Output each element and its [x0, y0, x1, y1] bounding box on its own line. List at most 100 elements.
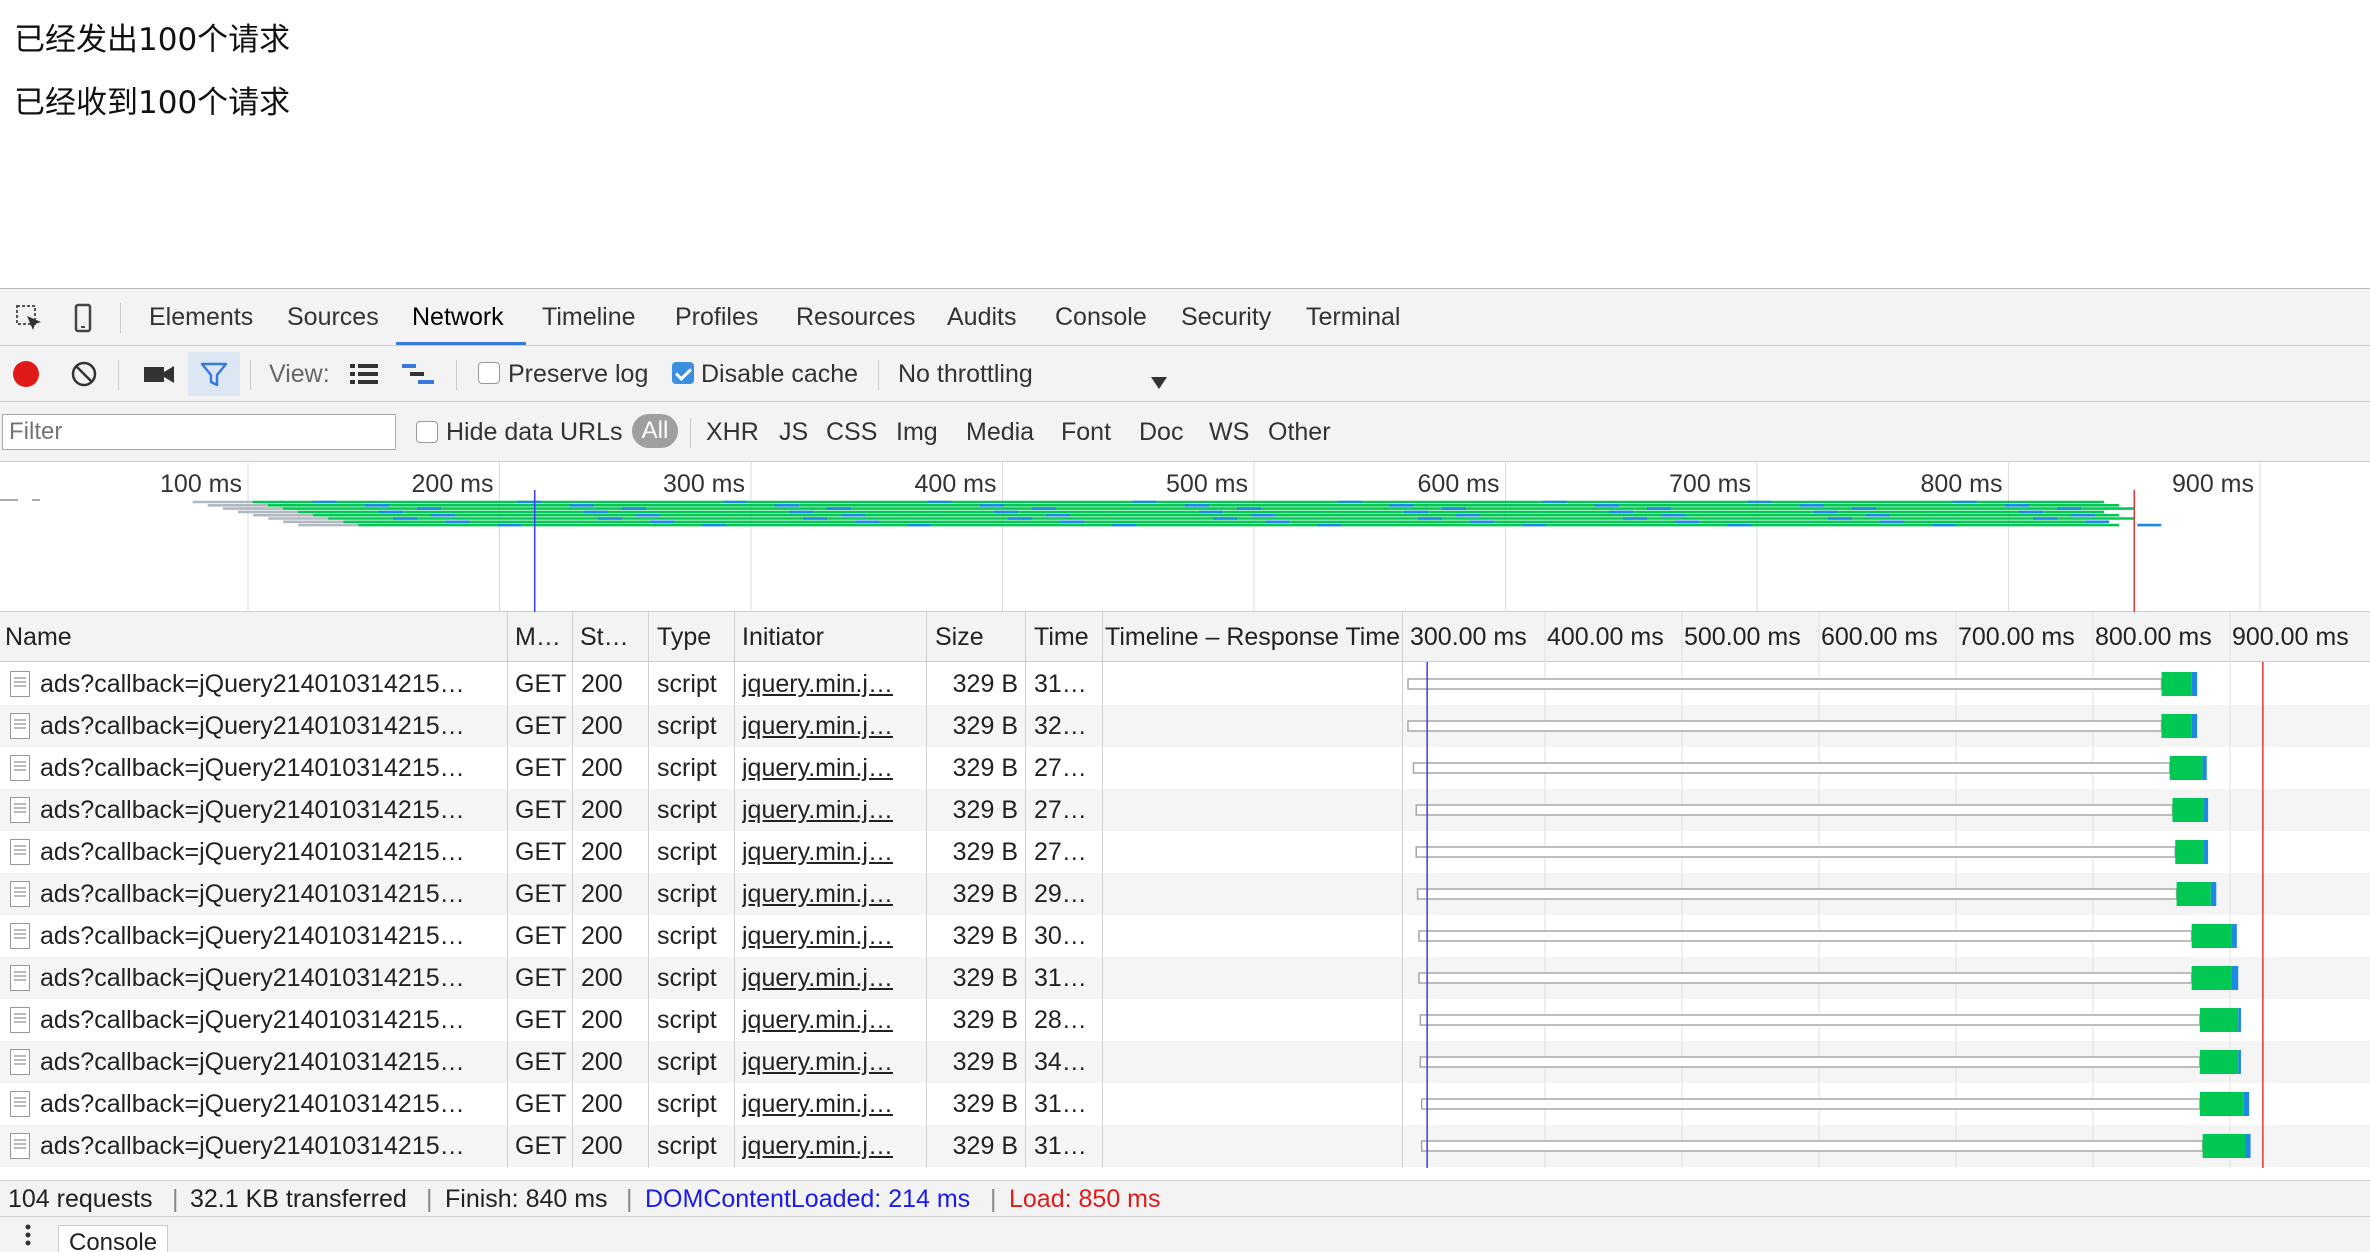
large-rows-icon[interactable]	[350, 362, 380, 393]
disable-cache-checkbox[interactable]	[672, 362, 694, 384]
network-overview[interactable]: 100 ms 200 ms 300 ms 400 ms 500 ms 600 ms 700 …	[0, 462, 2370, 612]
cell-initiator[interactable]: jquery.min.j…	[742, 705, 922, 747]
waterfall-stalled-bar	[1419, 1014, 2201, 1026]
active-tab-indicator	[396, 342, 526, 345]
cell-initiator[interactable]: jquery.min.j…	[742, 915, 922, 957]
cell-initiator[interactable]: jquery.min.j…	[742, 1125, 922, 1167]
cell-type: script	[657, 1006, 717, 1034]
column-header-type[interactable]: Type	[652, 612, 730, 662]
cell-time: 31…	[1034, 670, 1087, 698]
filter-type-other[interactable]: Other	[1268, 402, 1331, 462]
preserve-log-checkbox[interactable]	[478, 362, 500, 384]
overview-tick-label: 500 ms	[1166, 470, 1248, 498]
tab-audits[interactable]: Audits	[947, 289, 1016, 346]
waterfall-waiting-bar	[2161, 714, 2192, 738]
filter-input[interactable]	[2, 414, 396, 450]
column-header-initiator[interactable]: Initiator	[737, 612, 921, 662]
column-separator[interactable]	[1102, 612, 1103, 1168]
filter-type-css[interactable]: CSS	[826, 402, 877, 462]
drawer-menu-icon[interactable]	[24, 1223, 32, 1252]
cell-initiator[interactable]: jquery.min.j…	[742, 1083, 922, 1125]
column-separator[interactable]	[734, 612, 735, 1168]
cell-status: 200	[581, 712, 623, 740]
hide-data-urls-checkbox[interactable]	[416, 421, 438, 443]
cell-initiator[interactable]: jquery.min.j…	[742, 831, 922, 873]
tab-profiles[interactable]: Profiles	[675, 289, 758, 346]
overview-waterfall-icon[interactable]	[402, 362, 436, 393]
cell-name: ads?callback=jQuery214010314215…	[40, 1090, 465, 1118]
column-separator[interactable]	[648, 612, 649, 1168]
device-mode-icon[interactable]	[68, 303, 98, 333]
cell-size: 329 B	[952, 670, 1018, 698]
tab-console[interactable]: Console	[1055, 289, 1147, 346]
column-separator[interactable]	[572, 612, 573, 1168]
cell-type: script	[657, 838, 717, 866]
filter-type-js[interactable]: JS	[779, 402, 808, 462]
clear-icon[interactable]	[70, 360, 98, 395]
drawer-tab-console[interactable]: Console	[58, 1225, 169, 1252]
cell-initiator[interactable]: jquery.min.j…	[742, 789, 922, 831]
record-button[interactable]	[13, 361, 39, 387]
tab-security[interactable]: Security	[1181, 289, 1271, 346]
column-separator[interactable]	[507, 612, 508, 1168]
tab-resources[interactable]: Resources	[796, 289, 916, 346]
cell-method: GET	[515, 754, 567, 782]
column-header-timeline[interactable]: Timeline – Response Time	[1100, 612, 1408, 662]
cell-type: script	[657, 712, 717, 740]
overview-tick-label: 200 ms	[411, 470, 494, 498]
inspect-element-icon[interactable]	[14, 303, 44, 333]
chevron-down-icon[interactable]	[1150, 368, 1168, 397]
cell-initiator[interactable]: jquery.min.j…	[742, 1041, 922, 1083]
request-grid: Name M… St… Type Initiator Size Time Tim…	[0, 612, 2370, 1168]
tab-elements[interactable]: Elements	[149, 289, 253, 346]
tab-terminal[interactable]: Terminal	[1306, 289, 1400, 346]
summary-separator: |	[172, 1185, 179, 1213]
waterfall-waiting-bar	[2176, 882, 2211, 906]
filter-type-media[interactable]: Media	[966, 402, 1034, 462]
filter-type-ws[interactable]: WS	[1209, 402, 1249, 462]
cell-initiator[interactable]: jquery.min.j…	[742, 957, 922, 999]
capture-screenshots-icon[interactable]	[143, 362, 175, 393]
cell-name: ads?callback=jQuery214010314215…	[40, 838, 465, 866]
filter-type-doc[interactable]: Doc	[1139, 402, 1183, 462]
script-file-icon	[10, 755, 30, 781]
column-header-status[interactable]: St…	[575, 612, 645, 662]
cell-initiator[interactable]: jquery.min.j…	[742, 999, 922, 1041]
column-header-time[interactable]: Time	[1029, 612, 1104, 662]
waterfall-stalled-bar	[1412, 762, 2171, 774]
filter-type-xhr[interactable]: XHR	[706, 402, 759, 462]
filter-type-font[interactable]: Font	[1061, 402, 1111, 462]
column-header-size[interactable]: Size	[930, 612, 1022, 662]
throttling-select[interactable]: No throttling	[898, 346, 1172, 402]
cell-size: 329 B	[952, 1090, 1018, 1118]
overview-tick-label: 700 ms	[1669, 470, 1751, 498]
column-separator[interactable]	[926, 612, 927, 1168]
view-label: View:	[269, 360, 330, 388]
waterfall-stalled-bar	[1420, 1140, 2204, 1152]
filter-type-all[interactable]: All	[632, 414, 678, 448]
cell-method: GET	[515, 838, 567, 866]
cell-initiator[interactable]: jquery.min.j…	[742, 663, 922, 705]
tab-network[interactable]: Network	[412, 289, 504, 346]
column-header-method[interactable]: M…	[510, 612, 570, 662]
cell-status: 200	[581, 1132, 623, 1160]
script-file-icon	[10, 1007, 30, 1033]
summary-load: Load: 850 ms	[1009, 1185, 1161, 1213]
cell-initiator[interactable]: jquery.min.j…	[742, 873, 922, 915]
filter-toggle-icon[interactable]	[188, 352, 240, 396]
cell-initiator[interactable]: jquery.min.j…	[742, 747, 922, 789]
column-separator[interactable]	[1025, 612, 1026, 1168]
cell-method: GET	[515, 922, 567, 950]
cell-status: 200	[581, 838, 623, 866]
tab-sources[interactable]: Sources	[287, 289, 379, 346]
cell-method: GET	[515, 1006, 567, 1034]
column-header-name[interactable]: Name	[0, 612, 505, 662]
cell-name: ads?callback=jQuery214010314215…	[40, 964, 465, 992]
cell-size: 329 B	[952, 712, 1018, 740]
preserve-log-label: Preserve log	[508, 360, 649, 388]
filter-type-img[interactable]: Img	[896, 402, 938, 462]
tab-timeline[interactable]: Timeline	[542, 289, 636, 346]
column-separator[interactable]	[1402, 612, 1403, 1168]
cell-time: 27…	[1034, 796, 1087, 824]
cell-time: 27…	[1034, 838, 1087, 866]
